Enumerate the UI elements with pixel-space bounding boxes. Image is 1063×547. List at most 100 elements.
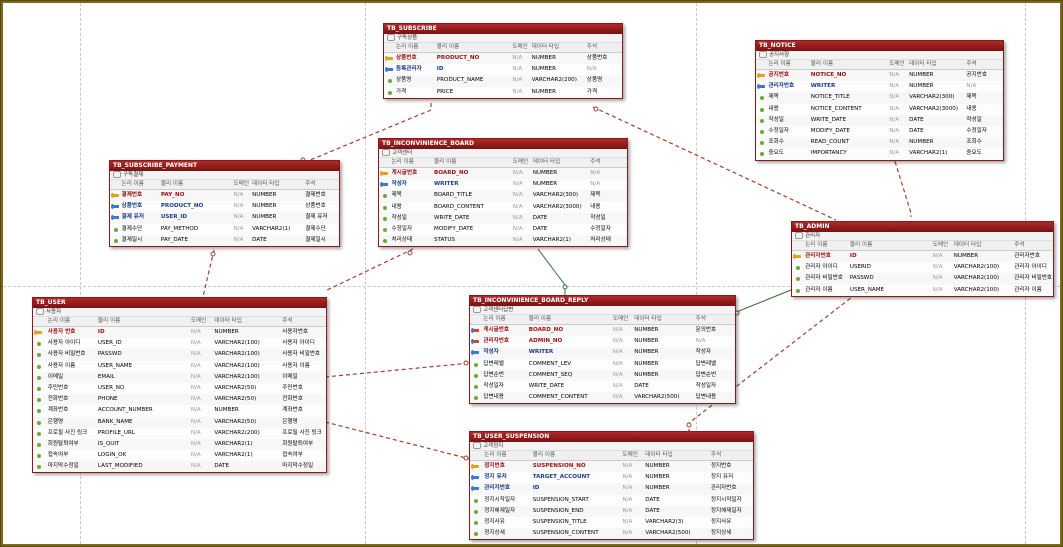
rel-user-reply[interactable]: [324, 362, 471, 378]
column-row[interactable]: 가격 PRICE N/A NUMBER 가격: [384, 87, 622, 98]
column-row[interactable]: 정지시작일자 SUSPENSION_START N/A DATE 정지시작일자: [470, 495, 753, 506]
table-tb-inconvinience-board[interactable]: TB_INCONVINIENCE_BOARD 고객센터 논리 이름 물리 이름 도메인 데…: [378, 138, 628, 248]
column-row[interactable]: 상품명 PRODUCT_NAME N/A VARCHAR2(200) 상품명: [384, 75, 622, 87]
table-tb-inconvinience-board-reply[interactable]: TB_INCONVINIENCE_BOARD_REPLY 고객센터답변 논리 이름 물…: [469, 295, 736, 405]
column-row[interactable]: 정지해제일자 SUSPENSION_END N/A DATE 정지해제일자: [470, 505, 753, 517]
column-logical-name: 상품번호: [121, 203, 143, 210]
column-row[interactable]: 계좌번호 ACCOUNT_NUMBER N/A NUMBER 계좌번호: [33, 405, 326, 416]
rel-admin-reply[interactable]: [733, 289, 792, 314]
table-title[interactable]: TB_INCONVINIENCE_BOARD: [379, 139, 627, 149]
column-row[interactable]: 정지 유저 TARGET_ACCOUNT N/A NUMBER 정지 유저: [470, 472, 753, 483]
column-row[interactable]: 프로필 사진 링크 PROFILE_URL N/A VARCHAR2(200) 프로필 …: [33, 428, 326, 439]
column-row[interactable]: 접속여부 LOGIN_OK N/A VARCHAR2(1) 접속여부: [33, 450, 326, 461]
column-row[interactable]: 제목 BOARD_TITLE N/A VARCHAR2(300) 제목: [379, 190, 627, 202]
rel-user-suspension[interactable]: [324, 421, 471, 460]
column-row[interactable]: 상품번호 PRODUCT_NO N/A NUMBER 상품번호: [110, 201, 339, 212]
column-row[interactable]: 수정일자 MODIFY_DATE N/A DATE 수정일자: [756, 126, 1003, 137]
column-row[interactable]: 게시글번호 BOARD_NO N/A NUMBER 문의번호: [470, 325, 735, 337]
column-logical-name: 관리자 비밀번호: [805, 275, 843, 282]
column-row[interactable]: 답변레벨 COMMENT_LEV N/A NUMBER 답변레벨: [470, 359, 735, 370]
table-tb-user-suspension[interactable]: TB_USER_SUSPENSION 고객정지 논리 이름 물리 이름 도메인 데이터 타…: [469, 431, 754, 541]
column-domain: N/A: [190, 362, 201, 369]
rel-end-circle: [210, 251, 216, 257]
column-row[interactable]: 등록관리자 ID N/A NUMBER N/A: [384, 64, 622, 75]
column-comment: 회원탈퇴여부: [282, 440, 314, 447]
rel-admin-notice[interactable]: [892, 154, 912, 217]
column-row[interactable]: 작성일 WRITE_DATE N/A DATE 작성일: [379, 212, 627, 224]
column-row[interactable]: 관리자번호 WRITER N/A NUMBER N/A: [756, 81, 1003, 92]
rel-board-reply[interactable]: [537, 248, 566, 297]
column-row[interactable]: 관리자 이름 USER_NAME N/A VARCHAR2(100) 관리자 이름: [792, 285, 1053, 296]
column-row[interactable]: 관리자 아이디 USERID N/A VARCHAR2(100) 관리자 아이디: [792, 262, 1053, 273]
column-physical-name: PAY_NO: [160, 192, 185, 198]
column-row[interactable]: 사용자 이름 USER_NAME N/A VARCHAR2(100) 사용자 이름: [33, 361, 326, 372]
table-title[interactable]: TB_SUBSCRIBE: [384, 24, 622, 34]
column-row[interactable]: 작성자 WRITER N/A NUMBER N/A: [379, 179, 627, 190]
rel-user-board[interactable]: [324, 248, 414, 292]
column-row[interactable]: 사용자 아이디 USER_ID N/A VARCHAR2(100) 사용자 아이디: [33, 338, 326, 349]
column-row[interactable]: 답변순번 COMMENT_SEQ N/A NUMBER 답변순번: [470, 369, 735, 381]
header-data-type: 데이터 타입: [634, 316, 662, 322]
column-row[interactable]: 관리자번호 ID N/A NUMBER 관리자번호: [792, 251, 1053, 263]
column-comment: 계좌번호: [282, 407, 303, 414]
table-tb-admin[interactable]: TB_ADMIN 관리자 논리 이름 물리 이름 도메인 데이터 타입 주석 관리자번호 ID N…: [791, 221, 1054, 297]
table-tb-user[interactable]: TB_USER 사용자 논리 이름 물리 이름 도메인 데이터 타입 주석 사용자 번호 ID N…: [32, 297, 327, 474]
column-row[interactable]: 관리자번호 ADMIN_NO N/A NUMBER N/A: [470, 336, 735, 347]
erd-canvas[interactable]: TB_SUBSCRIBE 구독상품 논리 이름 물리 이름 도메인 데이터 타입 주석 상품번…: [3, 3, 1060, 544]
column-row[interactable]: 은행명 BANK_NAME N/A VARCHAR2(50) 은행명: [33, 416, 326, 428]
column-row[interactable]: 작성일자 WRITE_DATE N/A DATE 작성일자: [470, 381, 735, 392]
column-row[interactable]: 조회수 READ_COUNT N/A NUMBER 조회수: [756, 137, 1003, 149]
column-row[interactable]: 중요도 IMPORTANCY N/A VARCHAR2(1) 중요도: [756, 148, 1003, 159]
column-physical-name: USER_NAME: [849, 286, 885, 293]
column-row[interactable]: 정지번호 SUSPENSION_NO N/A NUMBER 정지번호: [470, 461, 753, 473]
table-tb-subscribe-payment[interactable]: TB_SUBSCRIBE_PAYMENT 구독결제 논리 이름 물리 이름 도메인 데이터…: [109, 160, 340, 247]
table-tb-subscribe[interactable]: TB_SUBSCRIBE 구독상품 논리 이름 물리 이름 도메인 데이터 타입 주석 상품번…: [383, 23, 623, 99]
table-comment: 고객센터답변: [470, 306, 735, 315]
attribute-icon: [37, 431, 41, 436]
column-row[interactable]: 수정일자 MODIFY_DATE N/A DATE 수정일자: [379, 224, 627, 235]
column-row[interactable]: 게시글번호 BOARD_NO N/A NUMBER N/A: [379, 168, 627, 180]
header-logical-name: 논리 이름: [484, 452, 507, 458]
column-row[interactable]: 회원탈퇴여부 IS_QUIT N/A VARCHAR2(1) 회원탈퇴여부: [33, 438, 326, 451]
column-data-type: VARCHAR2(100): [953, 275, 1000, 282]
attribute-icon: [760, 107, 764, 112]
column-data-type: NUMBER: [252, 203, 277, 210]
column-row[interactable]: 사용자 번호 ID N/A NUMBER 사용자번호: [33, 327, 326, 339]
table-title[interactable]: TB_USER: [33, 298, 326, 308]
column-physical-name: PRODUCT_NAME: [436, 77, 484, 84]
column-row[interactable]: 내용 NOTICE_CONTENT N/A VARCHAR2(3000) 내용: [756, 104, 1003, 115]
column-row[interactable]: 전화번호 PHONE N/A VARCHAR2(50) 전화번호: [33, 394, 326, 406]
column-row[interactable]: 제목 NOTICE_TITLE N/A VARCHAR2(300) 제목: [756, 92, 1003, 104]
column-row[interactable]: 결제수단 PAY_METHOD N/A VARCHAR2(1) 결제수단: [110, 224, 339, 235]
table-title[interactable]: TB_NOTICE: [756, 41, 1003, 51]
column-domain: N/A: [190, 329, 201, 335]
column-row[interactable]: 작성일 WRITE_DATE N/A DATE 작성일: [756, 114, 1003, 126]
column-row[interactable]: 작성자 WRITER N/A NUMBER 작성자: [470, 347, 735, 359]
column-domain: N/A: [622, 463, 633, 469]
column-row[interactable]: 내용 BOARD_CONTENT N/A VARCHAR2(3000) 내용: [379, 202, 627, 213]
column-row[interactable]: 정지사유 SUSPENSION_TITLE N/A VARCHAR2(3) 정지사유: [470, 517, 753, 528]
column-row[interactable]: 결제일시 PAY_DATE N/A DATE 결제일시: [110, 234, 339, 246]
column-row[interactable]: 답변내용 COMMENT_CONTENT N/A VARCHAR2(500) 답변내용: [470, 392, 735, 404]
table-tb-notice[interactable]: TB_NOTICE 공지사항 논리 이름 물리 이름 도메인 데이터 타입 주석 공지번호 NO…: [755, 40, 1004, 161]
column-row[interactable]: 마지막수정일 LAST_MODIFIED N/A DATE 마지막수정일: [33, 461, 326, 473]
table-title[interactable]: TB_USER_SUSPENSION: [470, 432, 753, 442]
column-physical-name: IMPORTANCY: [810, 150, 847, 157]
rel-user-payment[interactable]: [201, 249, 215, 302]
column-row[interactable]: 결제번호 PAY_NO N/A NUMBER 결제번호: [110, 190, 339, 202]
table-title[interactable]: TB_ADMIN: [792, 222, 1053, 232]
column-row[interactable]: 주민번호 USER_NO N/A VARCHAR2(50) 주민번호: [33, 383, 326, 394]
column-data-type: VARCHAR2(300): [909, 94, 955, 101]
column-row[interactable]: 결제 유저 USER_ID N/A NUMBER 결제 유저: [110, 212, 339, 224]
column-row[interactable]: 관리자 비밀번호 PASSWD N/A VARCHAR2(100) 관리자 비밀번호: [792, 273, 1053, 285]
column-row[interactable]: 상품번호 PRODUCT_NO N/A NUMBER 상품번호: [384, 53, 622, 65]
column-row[interactable]: 이메일 EMAIL N/A VARCHAR2(100) 이메일: [33, 371, 326, 383]
column-row[interactable]: 사용자 비밀번호 PASSWD N/A VARCHAR2(100) 사용자 비밀번호: [33, 349, 326, 361]
column-row[interactable]: 관리자번호 ID N/A NUMBER 관리자번호: [470, 483, 753, 495]
column-row[interactable]: 공지번호 NOTICE_NO N/A NUMBER 공지번호: [756, 70, 1003, 82]
table-title[interactable]: TB_INCONVINIENCE_BOARD_REPLY: [470, 296, 735, 306]
table-title[interactable]: TB_SUBSCRIBE_PAYMENT: [110, 161, 339, 171]
column-data-type: DATE: [634, 382, 649, 389]
column-row[interactable]: 정지상세 SUSPENSION_CONTENT N/A VARCHAR2(500) 정지…: [470, 528, 753, 540]
column-row[interactable]: 처리상태 STATUS N/A VARCHAR2(1) 처리상태: [379, 235, 627, 247]
